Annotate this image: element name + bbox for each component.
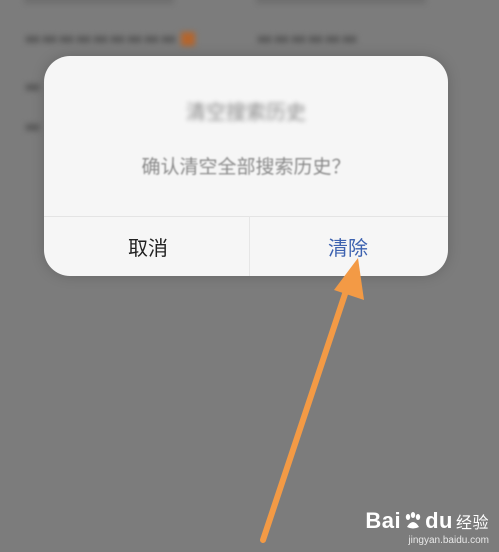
watermark-url: jingyan.baidu.com — [408, 535, 489, 546]
baidu-watermark: Bai du 经验 jingyan.baidu.com — [365, 508, 489, 546]
watermark-suffix: 经验 — [455, 513, 489, 532]
clear-history-dialog: 清空搜索历史 确认清空全部搜索历史？ 取消 清除 — [44, 56, 448, 276]
history-item-partial — [24, 0, 174, 4]
dialog-message: 确认清空全部搜索历史？ — [141, 156, 351, 178]
history-item-label: ▬ — [24, 116, 42, 137]
hot-badge-icon — [181, 32, 196, 46]
history-item-label: ▬▬▬▬▬▬▬▬▬ — [24, 28, 178, 49]
baidu-paw-icon — [405, 512, 421, 529]
history-item[interactable]: ▬▬▬▬▬▬ — [256, 28, 358, 49]
cancel-button[interactable]: 取消 — [44, 217, 249, 276]
history-item[interactable]: ▬ — [24, 116, 41, 137]
watermark-brand-left: Bai — [365, 508, 402, 533]
dialog-title: 清空搜索历史 — [186, 100, 306, 124]
history-item[interactable]: ▬▬▬▬▬▬▬▬▬ — [24, 28, 196, 49]
watermark-brand-right: du — [425, 508, 453, 533]
clear-button[interactable]: 清除 — [250, 217, 448, 276]
screen: ▬▬▬▬▬▬▬▬▬ ▬▬▬▬▬▬ ▬ ▬ 清空搜索历史 确认清空全部搜索历史？ … — [0, 0, 499, 552]
history-item-label: ▬▬▬▬▬▬ — [256, 28, 359, 49]
history-item[interactable]: ▬ — [24, 76, 41, 97]
history-item-partial — [256, 0, 426, 4]
watermark-logo: Bai du 经验 — [365, 508, 489, 534]
history-item-label: ▬ — [24, 76, 42, 97]
